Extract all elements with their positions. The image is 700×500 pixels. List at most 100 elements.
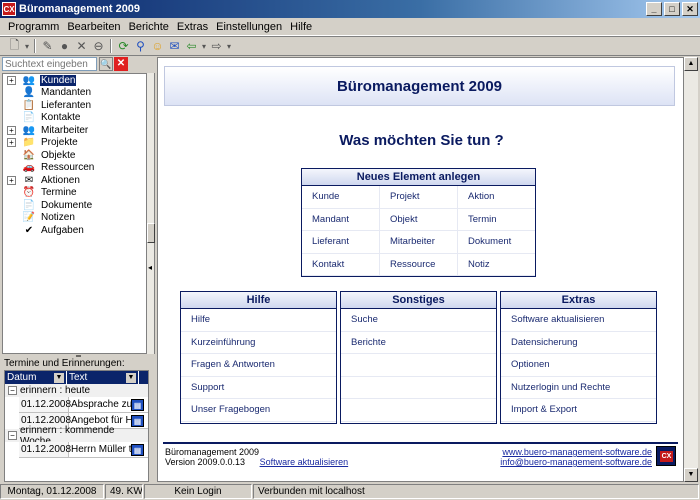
new-notiz-link[interactable]: Notiz (458, 254, 535, 276)
extras-optionen-link[interactable]: Optionen (501, 354, 656, 376)
column-text[interactable]: Text ▼ (67, 371, 139, 384)
new-objekt-link[interactable]: Objekt (380, 208, 458, 230)
record-icon[interactable]: ● (56, 38, 73, 54)
tree-scrollbar[interactable] (147, 73, 155, 354)
help-fragen-antworten-link[interactable]: Fragen & Antworten (181, 354, 336, 376)
reminders-grid: Datum ▼ Text ▼ − erinnern : heute 01.12.20… (4, 370, 149, 482)
cancel-icon[interactable]: ⊖ (90, 38, 107, 54)
new-dropdown-icon[interactable]: ▾ (23, 38, 31, 54)
new-projekt-link[interactable]: Projekt (380, 186, 458, 208)
back-icon[interactable]: ⇦ (183, 38, 200, 54)
help-hilfe-link[interactable]: Hilfe (181, 309, 336, 331)
refresh-icon[interactable]: ⟳ (115, 38, 132, 54)
expand-icon[interactable]: + (7, 125, 16, 135)
help-row: Support (181, 377, 336, 399)
footer-update-link[interactable]: Software aktualisieren (260, 457, 349, 467)
menu-extras[interactable]: Extras (173, 21, 212, 33)
menu-bearbeiten[interactable]: Bearbeiten (63, 21, 124, 33)
column-datum[interactable]: Datum ▼ (5, 371, 67, 384)
reminder-row[interactable]: 01.12.2008Herrn Müller treffe▦ (19, 442, 148, 458)
main-scrollbar[interactable]: ▲ ▼ (684, 57, 698, 482)
misc-empty-cell (341, 354, 496, 376)
help-support-link[interactable]: Support (181, 377, 336, 399)
status-connection: Verbunden mit localhost (253, 484, 699, 499)
scroll-down-icon[interactable]: ▼ (684, 468, 698, 482)
tree-item-notizen[interactable]: 📝 Notizen (3, 212, 146, 225)
search-binoculars-icon[interactable]: 🔍 (99, 57, 113, 71)
forward-icon[interactable]: ⇨ (208, 38, 225, 54)
footer-website-link[interactable]: www.buero-management-software.de (502, 447, 652, 457)
tree-item-aufgaben[interactable]: ✔ Aufgaben (3, 224, 146, 237)
new-dokument-link[interactable]: Dokument (458, 231, 535, 253)
search-input[interactable] (2, 57, 97, 71)
menu-hilfe[interactable]: Hilfe (286, 21, 316, 33)
expand-icon[interactable]: + (7, 138, 16, 148)
reminder-group[interactable]: − erinnern : heute (5, 384, 148, 397)
new-kontakt-link[interactable]: Kontakt (302, 253, 380, 275)
tree-item-kunden[interactable]: + 👥 Kunden (3, 74, 146, 87)
new-aktion-link[interactable]: Aktion (458, 186, 535, 208)
collapse-icon[interactable]: − (8, 386, 17, 395)
tree-item-projekte[interactable]: + 📁 Projekte (3, 137, 146, 150)
menu-berichte[interactable]: Berichte (125, 21, 173, 33)
back-dropdown-icon[interactable]: ▾ (200, 38, 208, 54)
expand-icon[interactable]: + (7, 175, 16, 185)
delete-icon[interactable]: ✕ (73, 38, 90, 54)
calendar-icon[interactable]: ▦ (131, 398, 144, 411)
new-termin-link[interactable]: Termin (458, 209, 535, 231)
new-element-row: Mandant Objekt Termin (302, 208, 535, 231)
scroll-up-icon[interactable]: ▲ (684, 57, 698, 71)
app-icon[interactable]: CX (2, 2, 16, 16)
title-bar: CX Büromanagement 2009 _ □ ✕ (0, 0, 700, 18)
tree-item-objekte[interactable]: 🏠 Objekte (3, 149, 146, 162)
mail-icon[interactable]: ✉ (166, 38, 183, 54)
calendar-icon[interactable]: ▦ (131, 443, 144, 456)
search-clear-icon[interactable]: ✕ (114, 57, 128, 71)
mitarbeiter-icon: 👥 (22, 124, 36, 136)
tree-item-dokumente[interactable]: 📄 Dokumente (3, 199, 146, 212)
tree-item-termine[interactable]: ⏰ Termine (3, 187, 146, 200)
tree-item-label: Projekte (41, 137, 78, 149)
tree-item-mitarbeiter[interactable]: + 👥 Mitarbeiter (3, 124, 146, 137)
forward-dropdown-icon[interactable]: ▾ (225, 38, 233, 54)
misc-berichte-link[interactable]: Berichte (341, 332, 496, 354)
reminder-group[interactable]: − erinnern : kommende Woche (5, 425, 148, 447)
misc-suche-link[interactable]: Suche (341, 309, 496, 331)
chevron-down-icon[interactable]: ▼ (54, 372, 64, 383)
extras-software-aktualisieren-link[interactable]: Software aktualisieren (501, 309, 656, 331)
tree-item-label: Notizen (41, 212, 75, 224)
tree-item-aktionen[interactable]: + ✉ Aktionen (3, 174, 146, 187)
close-button[interactable]: ✕ (682, 2, 698, 16)
maximize-button[interactable]: □ (664, 2, 680, 16)
help-kurzeinfuehrung-link[interactable]: Kurzeinführung (181, 332, 336, 354)
extras-import-export-link[interactable]: Import & Export (501, 399, 656, 421)
chevron-down-icon[interactable]: ▼ (126, 372, 136, 383)
minimize-button[interactable]: _ (646, 2, 662, 16)
new-mandant-link[interactable]: Mandant (302, 208, 380, 230)
tree-item-ressourcen[interactable]: 🚗 Ressourcen (3, 162, 146, 175)
person-icon[interactable]: ☺ (149, 38, 166, 54)
tree-item-kontakte[interactable]: 📄 Kontakte (3, 112, 146, 125)
new-document-icon[interactable]: 🗋 (6, 38, 23, 54)
help-unser-fragebogen-link[interactable]: Unser Fragebogen (181, 399, 336, 421)
new-mitarbeiter-link[interactable]: Mitarbeiter (380, 231, 458, 253)
collapse-icon[interactable]: − (8, 431, 17, 440)
edit-icon[interactable]: ✎ (39, 38, 56, 54)
new-lieferant-link[interactable]: Lieferant (302, 231, 380, 253)
extras-nutzerlogin-und-rechte-link[interactable]: Nutzerlogin und Rechte (501, 377, 656, 399)
new-kunde-link[interactable]: Kunde (302, 186, 380, 208)
reminder-row[interactable]: 01.12.2008Absprache zum Pr▦ (19, 397, 148, 413)
tree-item-mandanten[interactable]: 👤 Mandanten (3, 87, 146, 100)
menu-einstellungen[interactable]: Einstellungen (212, 21, 286, 33)
tree-item-lieferanten[interactable]: 📋 Lieferanten (3, 99, 146, 112)
new-ressource-link[interactable]: Ressource (380, 253, 458, 275)
footer-email-link[interactable]: info@buero-management-software.de (500, 457, 652, 467)
menu-programm[interactable]: Programm (4, 21, 63, 33)
navigation-tree: + 👥 Kunden 👤 Mandanten 📋 Lieferanten 📄 Kontakte +… (2, 73, 147, 354)
binoculars-icon[interactable]: ⚲ (132, 38, 149, 54)
new-element-row: Lieferant Mitarbeiter Dokument (302, 231, 535, 254)
vertical-splitter-arrow-icon[interactable]: ◂ (148, 263, 152, 272)
extras-datensicherung-link[interactable]: Datensicherung (501, 332, 656, 354)
tree-scrollbar-thumb[interactable] (147, 223, 155, 243)
expand-icon[interactable]: + (7, 75, 16, 85)
